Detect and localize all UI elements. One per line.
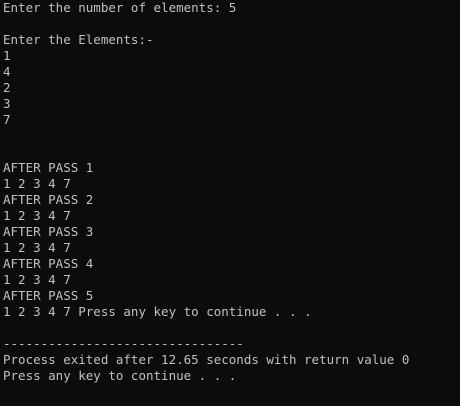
input-element-1: 1	[3, 48, 11, 63]
prompt-enter-elements: Enter the Elements:-	[3, 32, 154, 47]
pass-label-3: AFTER PASS 3	[3, 224, 94, 239]
input-element-2: 4	[3, 64, 11, 79]
pass-result-5: 1 2 3 4 7 Press any key to continue . . …	[3, 304, 312, 319]
input-element-4: 3	[3, 96, 11, 111]
pass-label-2: AFTER PASS 2	[3, 192, 94, 207]
exit-message: Process exited after 12.65 seconds with …	[3, 352, 410, 367]
pass-result-2: 1 2 3 4 7	[3, 208, 71, 223]
separator-line: --------------------------------	[3, 336, 244, 351]
pass-label-1: AFTER PASS 1	[3, 160, 94, 175]
blank-lines	[3, 128, 460, 160]
input-element-3: 2	[3, 80, 11, 95]
input-element-5: 7	[3, 112, 11, 127]
final-prompt: Press any key to continue . . .	[3, 368, 237, 383]
pass-result-3: 1 2 3 4 7	[3, 240, 71, 255]
pass-result-1: 1 2 3 4 7	[3, 176, 71, 191]
pass-label-5: AFTER PASS 5	[3, 288, 94, 303]
pass-label-4: AFTER PASS 4	[3, 256, 94, 271]
prompt-number-of-elements: Enter the number of elements: 5	[3, 0, 237, 15]
pass-result-4: 1 2 3 4 7	[3, 272, 71, 287]
console-window[interactable]: Enter the number of elements: 5 Enter th…	[0, 0, 460, 406]
